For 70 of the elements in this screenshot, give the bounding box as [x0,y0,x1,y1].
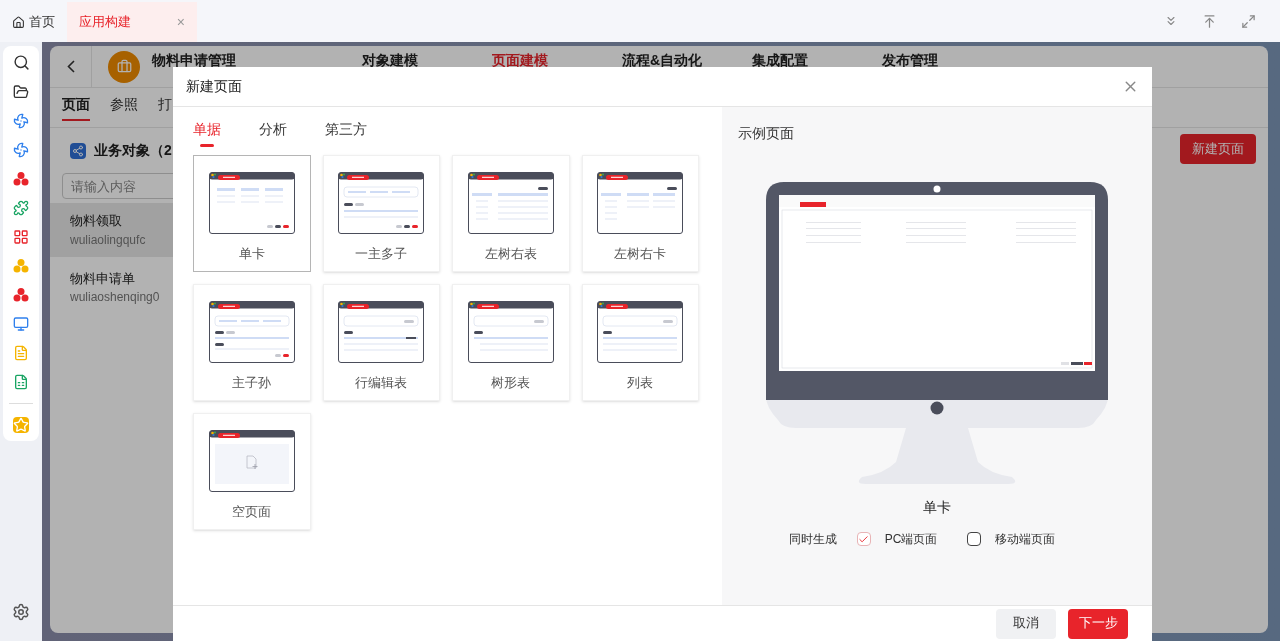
template-card[interactable]: 一主多子 [322,155,440,272]
template-card[interactable]: 空页面 [193,413,311,530]
page-layout-thumbnail-icon [597,301,684,363]
app-logo-icon [108,50,140,83]
app-title: 物料申请管理 [152,51,236,70]
page-layout-thumbnail-icon [338,301,425,363]
nav-tab[interactable]: 发布管理 [882,50,1012,71]
checkbox-label: PC端页面 [884,531,938,548]
template-card[interactable]: 单卡 [193,155,311,272]
page-layout-thumbnail-icon [208,430,295,492]
nav-tab[interactable]: 集成配置 [752,50,882,71]
tab-label: 应用构建 [79,13,131,32]
search-icon[interactable] [12,54,30,71]
grid-icon[interactable] [13,229,29,245]
object-code: wuliaoshenqing0 [70,289,161,306]
cluster-icon[interactable] [13,287,29,303]
upload-icon[interactable] [1202,13,1217,29]
fan-icon[interactable] [13,142,29,158]
fullscreen-icon[interactable] [1241,13,1256,29]
template-card[interactable]: 树形表 [452,284,570,401]
sub-tab[interactable]: 参照 [110,94,138,121]
next-button[interactable]: 下一步 [1068,609,1128,639]
page-layout-thumbnail-icon [467,172,554,234]
page-layout-thumbnail-icon [467,301,554,363]
template-card[interactable]: 主子孙 [193,284,311,401]
page-layout-thumbnail-icon [338,172,425,234]
checkbox-label: 移动端页面 [995,531,1056,548]
nav-tab[interactable]: 流程&自动化 [622,50,752,71]
spreadsheet-icon[interactable] [13,374,29,390]
page-layout-thumbnail-icon [597,172,684,234]
checkbox[interactable] [967,532,982,546]
nav-tab[interactable]: 页面建模 [492,50,622,71]
template-card[interactable]: 左树右表 [452,155,570,272]
puzzle-icon[interactable] [13,200,29,216]
template-tab[interactable]: 单据 [193,119,221,147]
page-layout-thumbnail-icon [208,301,295,363]
object-code: wuliaolingqufc [70,231,147,249]
sub-tab[interactable]: 页面 [62,94,90,121]
tab-label: 首页 [29,13,55,32]
fan-icon[interactable] [13,113,29,129]
cluster-icon[interactable] [13,171,29,187]
template-tab[interactable]: 第三方 [325,119,367,147]
dialog-title: 新建页面 [186,77,242,96]
object-icon [70,142,86,159]
template-card[interactable]: 列表 [581,284,699,401]
collapse-icon[interactable] [1164,14,1178,28]
section-title: 业务对象（2 [94,141,172,160]
star-icon[interactable] [13,417,29,433]
object-name: 物料申请单 [70,269,136,288]
template-card[interactable]: 左树右卡 [581,155,699,272]
preview-name: 单卡 [923,498,951,517]
sub-tab[interactable]: 打 [158,94,172,121]
page-layout-thumbnail-icon [208,172,295,234]
generate-label: 同时生成 [788,531,837,548]
template-card[interactable]: 行编辑表 [322,284,440,401]
template-tab[interactable]: 分析 [259,119,287,147]
object-name: 物料领取 [70,212,123,230]
document-icon[interactable] [13,345,29,361]
home-icon [12,15,25,29]
folder-icon[interactable] [13,84,29,100]
checkbox[interactable] [856,532,871,546]
nav-tab[interactable]: 对象建模 [362,50,492,71]
new-page-button[interactable]: 新建页面 [1180,134,1256,164]
monitor-icon[interactable] [13,316,29,332]
browser-tab[interactable]: 首页 [0,2,67,42]
cluster-icon[interactable] [13,258,29,274]
browser-tab[interactable]: 应用构建 × [67,2,197,42]
preview-title: 示例页面 [738,124,794,143]
cancel-button[interactable]: 取消 [996,609,1056,639]
settings-icon[interactable] [12,603,30,621]
